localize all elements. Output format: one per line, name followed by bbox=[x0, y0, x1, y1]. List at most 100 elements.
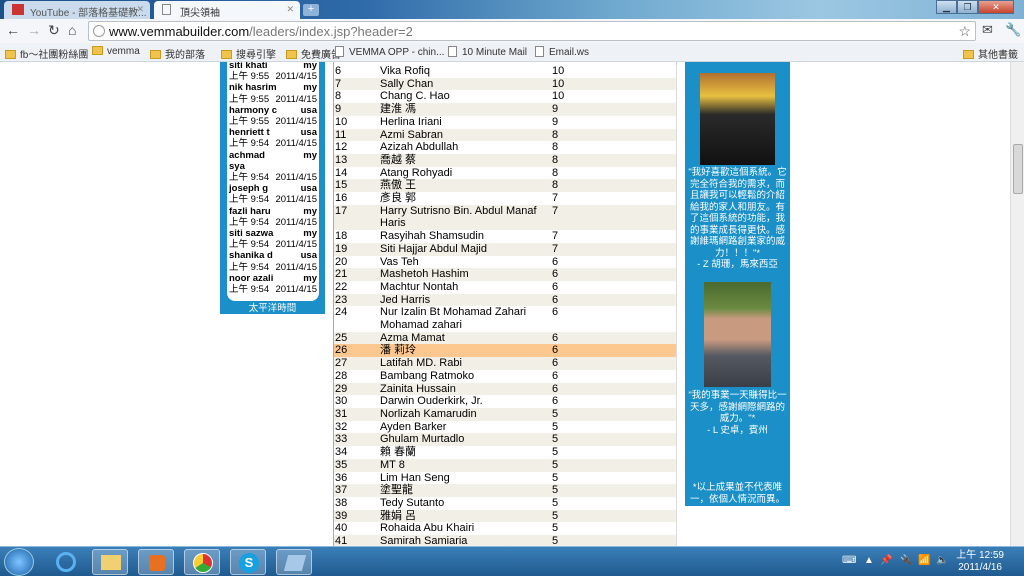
bookmark-item[interactable]: Email.ws bbox=[535, 46, 589, 58]
vertical-scrollbar[interactable] bbox=[1010, 62, 1024, 546]
tab-label: 頂尖領袖 bbox=[180, 8, 220, 19]
bookmark-label: 我的部落 bbox=[165, 50, 205, 61]
leader-count: 6 bbox=[552, 306, 559, 319]
bookmark-item[interactable]: 我的部落 bbox=[150, 46, 205, 61]
table-row: 28 Bambang Ratmoko 6 bbox=[334, 370, 676, 383]
maximize-button[interactable]: ❐ bbox=[957, 0, 978, 14]
explorer-icon[interactable] bbox=[92, 549, 128, 575]
leader-rank: 9 bbox=[335, 103, 342, 116]
leader-count: 5 bbox=[552, 509, 559, 522]
folder-icon bbox=[221, 50, 232, 59]
scrollbar-thumb[interactable] bbox=[1013, 144, 1023, 194]
bookmark-item[interactable]: 搜尋引擎 bbox=[221, 46, 276, 61]
signup-entry: henriett t usa 上午 9:54 2011/4/15 bbox=[229, 127, 317, 149]
folder-icon bbox=[92, 46, 103, 55]
bookmark-item[interactable]: vemma bbox=[92, 46, 140, 57]
bookmark-item[interactable]: 免費廣告 bbox=[286, 46, 341, 61]
signup-entry: harmony c usa 上午 9:55 2011/4/15 bbox=[229, 105, 317, 127]
leader-name: Vas Teh bbox=[380, 255, 419, 268]
leader-count: 5 bbox=[552, 420, 559, 433]
chrome-icon[interactable] bbox=[184, 549, 220, 575]
close-tab-icon[interactable]: ✕ bbox=[286, 4, 294, 15]
bookmark-item[interactable]: 10 Minute Mail bbox=[448, 46, 527, 58]
leader-count: 5 bbox=[552, 484, 559, 497]
leader-rank: 27 bbox=[335, 357, 348, 370]
table-row: 38 Tedy Sutanto 5 bbox=[334, 497, 676, 510]
bookmark-item[interactable]: fb～社團粉絲團 bbox=[5, 46, 88, 61]
leader-name: Siti Hajjar Abdul Majid bbox=[380, 242, 487, 255]
pin-icon[interactable]: 📌 bbox=[880, 555, 892, 566]
signup-name-row: fazli haru my bbox=[229, 206, 317, 217]
leader-name: Atang Rohyadi bbox=[380, 166, 453, 179]
network-icon[interactable]: 📶 bbox=[918, 555, 930, 566]
bookmark-label: Email.ws bbox=[549, 47, 590, 58]
bookmark-item[interactable]: VEMMA OPP - chin... bbox=[335, 46, 444, 58]
tab-leaders[interactable]: 頂尖領袖 ✕ bbox=[154, 1, 300, 19]
leader-name: Rohaida Abu Khairi bbox=[380, 522, 475, 535]
leader-count: 7 bbox=[552, 204, 559, 217]
media-player-icon[interactable] bbox=[138, 549, 174, 575]
volume-icon[interactable]: 🔈 bbox=[936, 555, 948, 566]
signup-entry: siti khati my 上午 9:55 2011/4/15 bbox=[229, 62, 317, 82]
mail-icon[interactable]: ✉ bbox=[982, 22, 993, 38]
testimonial-photo-1 bbox=[700, 73, 775, 165]
leader-name: Tedy Sutanto bbox=[380, 496, 445, 509]
leader-name: Bambang Ratmoko bbox=[380, 369, 475, 382]
address-bar[interactable]: www.vemmabuilder.com/leaders/index.jsp?h… bbox=[88, 21, 976, 41]
signup-name-row: shanika d usa bbox=[229, 250, 317, 261]
app-icon[interactable] bbox=[276, 549, 312, 575]
other-bookmarks-label: 其他書籤 bbox=[978, 50, 1018, 61]
close-tab-icon[interactable]: ✕ bbox=[136, 4, 144, 15]
signup-time-row: 上午 9:54 2011/4/15 bbox=[229, 194, 317, 205]
leader-rank: 31 bbox=[335, 407, 348, 420]
signup-time-row: 上午 9:54 2011/4/15 bbox=[229, 217, 317, 228]
table-row: 24 Nur Izalin Bt Mohamad Zahari Mohamad z… bbox=[334, 306, 676, 331]
leader-count: 5 bbox=[552, 433, 559, 446]
table-row: 37 塗聖龍 5 bbox=[334, 484, 676, 497]
signup-name: nik hasrim bbox=[229, 82, 277, 94]
ie-icon[interactable] bbox=[48, 549, 84, 575]
leader-count: 8 bbox=[552, 128, 559, 141]
recent-signups-list[interactable]: siti khati my 上午 9:55 2011/4/15 nik hasrim my… bbox=[227, 62, 319, 301]
wrench-icon[interactable]: 🔧 bbox=[1005, 22, 1021, 38]
folder-icon bbox=[150, 50, 161, 59]
signup-time: 上午 9:54 bbox=[229, 138, 270, 150]
leader-name: Azizah Abdullah bbox=[380, 141, 459, 154]
power-icon[interactable]: 🔌 bbox=[900, 555, 912, 566]
forward-button[interactable]: → bbox=[27, 22, 41, 38]
bookmark-label: 10 Minute Mail bbox=[462, 47, 528, 58]
skype-icon[interactable]: S bbox=[230, 549, 266, 575]
signup-time-row: 上午 9:54 2011/4/15 bbox=[229, 284, 317, 295]
leader-count: 6 bbox=[552, 357, 559, 370]
close-window-button[interactable]: ✕ bbox=[978, 0, 1014, 14]
url-path: /leaders/index.jsp?header=2 bbox=[249, 24, 413, 39]
disclaimer: *以上成果並不代表唯一，依個人情況而異。 bbox=[689, 482, 785, 505]
clock[interactable]: 上午 12:59 2011/4/16 bbox=[956, 550, 1004, 574]
table-row: 20 Vas Teh 6 bbox=[334, 256, 676, 269]
back-button[interactable]: ← bbox=[6, 22, 20, 38]
leader-count: 8 bbox=[552, 179, 559, 192]
start-button[interactable] bbox=[4, 548, 34, 576]
new-tab-button[interactable]: + bbox=[303, 4, 319, 16]
leader-count: 7 bbox=[552, 242, 559, 255]
home-button[interactable]: ⌂ bbox=[68, 22, 76, 38]
other-bookmarks[interactable]: 其他書籤 bbox=[963, 46, 1018, 61]
leader-rank: 13 bbox=[335, 153, 348, 166]
leader-rank: 12 bbox=[335, 141, 348, 154]
keyboard-icon[interactable]: ⌨ bbox=[842, 555, 856, 566]
leader-name: 雅娟 呂 bbox=[380, 509, 417, 522]
signup-date: 2011/4/15 bbox=[275, 216, 317, 228]
table-row: 31 Norlizah Kamarudin 5 bbox=[334, 407, 676, 421]
tab-youtube[interactable]: YouTube - 部落格基礎教... ✕ bbox=[4, 1, 150, 19]
signup-name-row: siti khati my bbox=[229, 62, 317, 71]
minimize-button[interactable]: ▁ bbox=[936, 0, 957, 14]
leader-name: 塗聖龍 bbox=[380, 484, 413, 497]
table-row: 13 喬越 蔡 8 bbox=[334, 153, 676, 167]
bookmark-star-icon[interactable]: ☆ bbox=[958, 23, 971, 40]
signup-name: siti sazwa bbox=[229, 228, 274, 240]
testimonials-panel: "我好喜歡這個系統。它完全符合我的需求，而且讓我可以輕鬆的介紹給我的家人和朋友。… bbox=[685, 62, 790, 506]
leader-count: 9 bbox=[552, 115, 559, 128]
reload-button[interactable]: ↻ bbox=[48, 22, 60, 39]
show-hidden-icons[interactable]: ▲ bbox=[864, 555, 874, 566]
signup-time: 上午 9:54 bbox=[229, 216, 270, 228]
